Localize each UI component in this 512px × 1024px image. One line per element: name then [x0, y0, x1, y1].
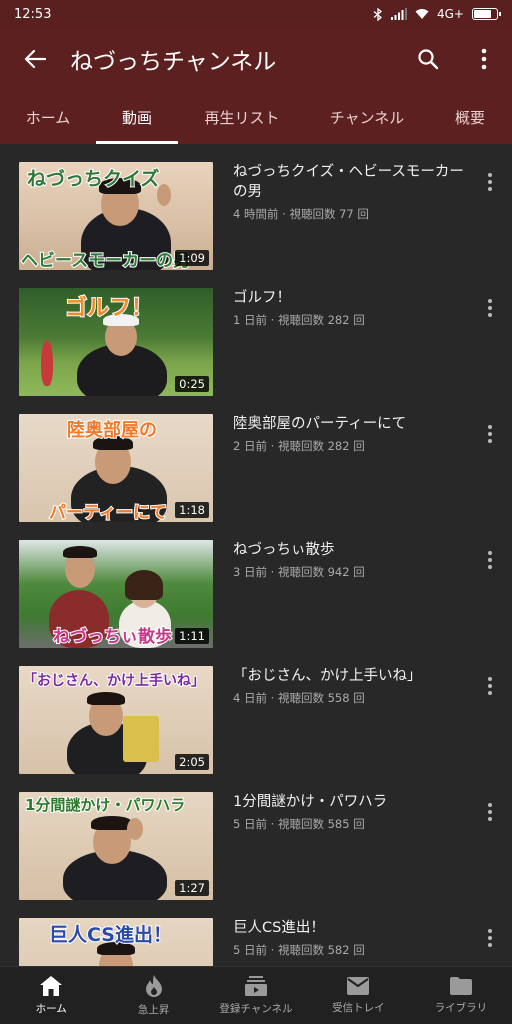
video-duration: 1:27 [175, 880, 209, 896]
more-vert-icon [488, 425, 492, 443]
video-info: 1 日前 · 視聴回数 282 回 [233, 313, 365, 327]
trending-flame-icon [144, 974, 164, 998]
nav-label: 受信トレイ [332, 1002, 385, 1014]
video-info: 4 日前 · 視聴回数 558 回 [233, 691, 365, 705]
video-info: 4 時間前 · 視聴回数 77 回 [233, 207, 369, 221]
video-list: ねづっちクイズ ヘビースモーカーの男 1:09 ねづっちクイズ・ヘビースモーカー… [0, 144, 512, 966]
video-title[interactable]: ゴルフ！ [233, 288, 465, 308]
thumbnail-caption: ヘビースモーカーの男 [20, 250, 191, 270]
video-item[interactable]: 1分間謎かけ・パワハラ 1:27 1分間謎かけ・パワハラ 5 日前 · 視聴回数… [0, 774, 512, 900]
more-vert-icon [488, 929, 492, 947]
nav-label: ライブラリ [434, 1002, 488, 1014]
video-more-button[interactable] [478, 672, 502, 700]
video-title[interactable]: 巨人CS進出！ [233, 918, 465, 938]
status-time: 12:53 [14, 6, 52, 22]
video-info: 3 日前 · 視聴回数 942 回 [233, 565, 365, 579]
tab-channels[interactable]: チャンネル [306, 90, 428, 144]
nav-home[interactable]: ホーム [0, 967, 102, 1024]
channel-title: ねづっちチャンネル [70, 49, 277, 75]
video-item[interactable]: 巨人CS進出！ 巨人CS進出！ 5 日前 · 視聴回数 582 回 [0, 900, 512, 966]
thumbnail-caption: ゴルフ！ [64, 295, 154, 322]
video-title[interactable]: 陸奥部屋のパーティーにて [233, 414, 465, 434]
back-button[interactable] [0, 28, 70, 90]
subscriptions-icon [244, 975, 268, 997]
more-vert-icon [488, 173, 492, 191]
battery-icon [472, 8, 501, 20]
video-title[interactable]: ねづっちクイズ・ヘビースモーカーの男 [233, 162, 465, 202]
more-vert-icon [488, 551, 492, 569]
video-item[interactable]: ねづっちクイズ ヘビースモーカーの男 1:09 ねづっちクイズ・ヘビースモーカー… [0, 144, 512, 270]
tab-home[interactable]: ホーム [0, 90, 96, 144]
video-title[interactable]: 1分間謎かけ・パワハラ [233, 792, 465, 812]
thumbnail-caption: 巨人CS進出！ [48, 923, 173, 947]
more-options-button[interactable] [456, 28, 512, 90]
video-duration: 0:25 [175, 376, 209, 392]
video-thumbnail[interactable]: 「おじさん、かけ上手いね」 2:05 [19, 666, 213, 774]
app-bar: ねづっちチャンネル [0, 28, 512, 90]
more-vert-icon [488, 803, 492, 821]
video-item[interactable]: ゴルフ！ 0:25 ゴルフ！ 1 日前 · 視聴回数 282 回 [0, 270, 512, 396]
network-type: 4G+ [437, 7, 464, 21]
video-duration: 1:18 [175, 502, 209, 518]
video-more-button[interactable] [478, 420, 502, 448]
video-info: 2 日前 · 視聴回数 282 回 [233, 439, 365, 453]
home-icon [39, 975, 63, 997]
more-vert-icon [488, 677, 492, 695]
video-more-button[interactable] [478, 924, 502, 952]
video-more-button[interactable] [478, 168, 502, 196]
video-item[interactable]: 「おじさん、かけ上手いね」 2:05 「おじさん、かけ上手いね」 4 日前 · … [0, 648, 512, 774]
nav-label: 急上昇 [137, 1004, 170, 1016]
video-more-button[interactable] [478, 546, 502, 574]
wifi-icon [415, 8, 429, 20]
tab-videos[interactable]: 動画 [96, 90, 178, 144]
video-more-button[interactable] [478, 294, 502, 322]
video-duration: 1:11 [175, 628, 209, 644]
search-icon [417, 48, 439, 70]
more-vert-icon [488, 299, 492, 317]
thumbnail-caption: ねづっちクイズ [26, 167, 160, 191]
video-info: 5 日前 · 視聴回数 585 回 [233, 817, 365, 831]
search-button[interactable] [400, 28, 456, 90]
bottom-navigation: ホーム 急上昇 登録チャンネル 受信トレイ ライブラリ [0, 966, 512, 1024]
nav-library[interactable]: ライブラリ [410, 967, 512, 1024]
video-more-button[interactable] [478, 798, 502, 826]
video-thumbnail[interactable]: 陸奥部屋の パーティーにて 1:18 [19, 414, 213, 522]
thumbnail-caption: パーティーにて [48, 502, 168, 522]
thumbnail-caption: 陸奥部屋の [66, 419, 158, 442]
video-duration: 2:05 [175, 754, 209, 770]
status-bar: 12:53 4G+ [0, 0, 512, 28]
video-title[interactable]: 「おじさん、かけ上手いね」 [233, 666, 465, 686]
signal-icon [391, 8, 407, 20]
more-vert-icon [481, 48, 487, 70]
tab-playlists[interactable]: 再生リスト [178, 90, 306, 144]
tab-about[interactable]: 概要 [428, 90, 512, 144]
nav-subscriptions[interactable]: 登録チャンネル [205, 967, 307, 1024]
thumbnail-caption: ねづっちぃ散歩 [52, 626, 173, 648]
thumbnail-caption: 1分間謎かけ・パワハラ [24, 795, 186, 815]
inbox-mail-icon [346, 976, 370, 996]
channel-tabs: ホーム 動画 再生リスト チャンネル 概要 [0, 90, 512, 144]
nav-inbox[interactable]: 受信トレイ [307, 967, 409, 1024]
video-item[interactable]: ねづっちぃ散歩 1:11 ねづっちぃ散歩 3 日前 · 視聴回数 942 回 [0, 522, 512, 648]
nav-label: ホーム [35, 1003, 67, 1015]
thumbnail-caption: 「おじさん、かけ上手いね」 [22, 672, 206, 690]
video-thumbnail[interactable]: ねづっちクイズ ヘビースモーカーの男 1:09 [19, 162, 213, 270]
video-thumbnail[interactable]: ゴルフ！ 0:25 [19, 288, 213, 396]
video-thumbnail[interactable]: 巨人CS進出！ [19, 918, 213, 966]
video-duration: 1:09 [175, 250, 209, 266]
nav-label: 登録チャンネル [219, 1003, 293, 1015]
video-item[interactable]: 陸奥部屋の パーティーにて 1:18 陸奥部屋のパーティーにて 2 日前 · 視… [0, 396, 512, 522]
nav-trending[interactable]: 急上昇 [102, 967, 204, 1024]
arrow-left-icon [24, 49, 46, 69]
video-info: 5 日前 · 視聴回数 582 回 [233, 943, 365, 957]
bluetooth-icon [373, 7, 383, 21]
video-title[interactable]: ねづっちぃ散歩 [233, 540, 465, 560]
library-folder-icon [449, 976, 473, 996]
video-thumbnail[interactable]: 1分間謎かけ・パワハラ 1:27 [19, 792, 213, 900]
video-thumbnail[interactable]: ねづっちぃ散歩 1:11 [19, 540, 213, 648]
